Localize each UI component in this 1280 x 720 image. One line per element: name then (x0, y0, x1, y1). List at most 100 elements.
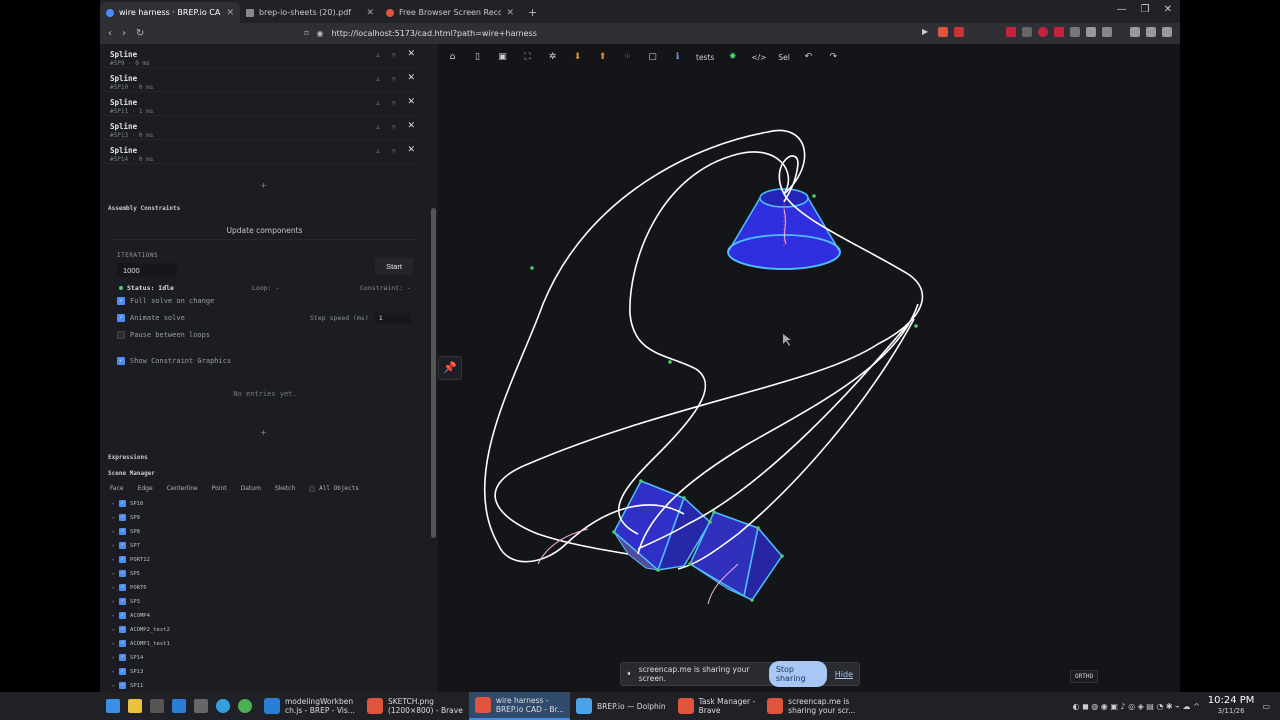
visibility-checkbox[interactable]: ✓ (119, 528, 127, 535)
extension-red2-icon[interactable] (1054, 27, 1064, 37)
visibility-checkbox[interactable]: ✓ (119, 500, 127, 507)
pin-icon[interactable]: 📌 (438, 356, 462, 380)
expand-arrow-icon[interactable]: ▸ (112, 501, 115, 507)
start-button[interactable]: Start (375, 258, 413, 275)
scene-tree-item[interactable]: ▸ ✓ SP11 (112, 682, 143, 689)
checkbox-unchecked-icon[interactable] (117, 331, 125, 339)
visibility-checkbox[interactable]: ✓ (119, 570, 127, 577)
taskbar-task[interactable]: screencap.me is sharing your scr... (761, 692, 861, 720)
play-icon[interactable]: ▶ (922, 27, 932, 37)
taskbar-task[interactable]: Task Manager - Brave (672, 692, 762, 720)
minimize-icon[interactable]: — (1117, 4, 1127, 15)
expand-arrow-icon[interactable]: ▸ (112, 669, 115, 675)
tab-screen-recorder[interactable]: Free Browser Screen Record ✕ (380, 2, 520, 23)
back-icon[interactable]: ‹ (108, 28, 112, 39)
visibility-checkbox[interactable]: ✓ (119, 626, 127, 633)
feature-row[interactable]: Spline #SP14 · 0 ms ▵ ▿ ✕ (105, 142, 421, 164)
feature-row[interactable]: Spline #SP13 · 0 ms ▵ ▿ ✕ (105, 118, 421, 140)
tests-button[interactable]: tests (694, 50, 716, 64)
music-icon[interactable] (1146, 27, 1156, 37)
tray-icons[interactable]: ◐ ◼ ◍ ◉ ▣ ♪ ◎ ◈ ▤ ◔ ✱ ⌁ ☁ ^ (1073, 702, 1200, 711)
filter-datum[interactable]: Datum (241, 485, 261, 492)
scene-tree-item[interactable]: ▸ ✓ ACOMP1_test1 (112, 640, 170, 647)
fit-view-icon[interactable]: ⛶ (519, 50, 536, 64)
move-up-icon[interactable]: ▵ (376, 123, 380, 131)
scene-tree-item[interactable]: ▸ ✓ SP9 (112, 514, 140, 521)
animate-solve-checkbox[interactable]: ✓ Animate solve (117, 314, 185, 322)
scene-tree-item[interactable]: ▸ ✓ PORT6 (112, 584, 147, 591)
scene-tree-item[interactable]: ▸ ✓ SP14 (112, 654, 143, 661)
scene-tree-item[interactable]: ▸ ✓ PORT12 (112, 556, 150, 563)
calc-icon[interactable] (194, 699, 208, 713)
files-icon[interactable] (128, 699, 142, 713)
home-icon[interactable]: ⌂ (444, 50, 461, 64)
extension-red-icon[interactable] (1006, 27, 1016, 37)
filter-point[interactable]: Point (212, 485, 227, 492)
checkbox-checked-icon[interactable]: ✓ (117, 357, 125, 365)
sidebar-icon[interactable] (1102, 27, 1112, 37)
tab-wire-harness[interactable]: wire harness · BREP.io CAD ✕ (100, 2, 240, 23)
taskbar-task[interactable]: modelingWorkben ch.js - BREP - Vis... (258, 692, 361, 720)
move-down-icon[interactable]: ▿ (392, 99, 396, 107)
new-file-icon[interactable]: ▯ (469, 50, 486, 64)
scene-tree-item[interactable]: ▸ ✓ SP10 (112, 500, 143, 507)
scene-tree-item[interactable]: ▸ ✓ ACOMP4 (112, 612, 150, 619)
ortho-toggle[interactable]: ORTHO (1070, 670, 1099, 683)
move-up-icon[interactable]: ▵ (376, 99, 380, 107)
window-icon[interactable] (172, 699, 186, 713)
wire-harness-splines[interactable] (483, 129, 924, 570)
panel-scrollbar[interactable] (430, 44, 438, 692)
remove-icon[interactable]: ✕ (407, 145, 415, 155)
checkbox-checked-icon[interactable]: ✓ (117, 297, 125, 305)
move-up-icon[interactable]: ▵ (376, 51, 380, 59)
close-icon[interactable]: ✕ (226, 8, 234, 18)
hide-link[interactable]: Hide (835, 670, 853, 679)
save-icon[interactable]: ▣ (494, 50, 511, 64)
expand-arrow-icon[interactable]: ▸ (112, 613, 115, 619)
close-icon[interactable]: ✕ (366, 8, 374, 18)
remove-icon[interactable]: ✕ (407, 49, 415, 59)
taskbar-task[interactable]: BREP.io — Dolphin (570, 692, 672, 720)
move-up-icon[interactable]: ▵ (376, 75, 380, 83)
extension-record-icon[interactable] (1038, 27, 1048, 37)
move-down-icon[interactable]: ▿ (392, 123, 396, 131)
filter-centerline[interactable]: Centerline (167, 485, 198, 492)
settings-icon[interactable]: ✲ (544, 50, 561, 64)
expand-arrow-icon[interactable]: ▸ (112, 627, 115, 633)
terminal-icon[interactable] (150, 699, 164, 713)
expand-arrow-icon[interactable]: ▸ (112, 599, 115, 605)
visibility-checkbox[interactable]: ✓ (119, 584, 127, 591)
expand-arrow-icon[interactable]: ▸ (112, 515, 115, 521)
expand-arrow-icon[interactable]: ▸ (112, 683, 115, 689)
new-tab-button[interactable]: + (520, 6, 545, 23)
bookmark-icon[interactable]: ⌑ (304, 29, 308, 38)
close-icon[interactable]: ✕ (506, 8, 514, 18)
move-down-icon[interactable]: ▿ (392, 147, 396, 155)
clock[interactable]: 10:24 PM 3/11/26 (1208, 695, 1255, 717)
undo-icon[interactable]: ↶ (800, 50, 817, 64)
scatter-icon[interactable]: ⁘ (619, 50, 636, 64)
expand-arrow-icon[interactable]: ▸ (112, 543, 115, 549)
puzzle-icon[interactable] (1086, 27, 1096, 37)
move-down-icon[interactable]: ▿ (392, 51, 396, 59)
info-icon[interactable]: ℹ (669, 50, 686, 64)
expand-arrow-icon[interactable]: ▸ (112, 557, 115, 563)
visibility-checkbox[interactable]: ✓ (119, 682, 127, 689)
app-launcher-icon[interactable] (106, 699, 120, 713)
code-button[interactable]: </> (749, 50, 768, 64)
visibility-checkbox[interactable]: ✓ (119, 668, 127, 675)
telegram-icon[interactable] (216, 699, 230, 713)
scene-tree-item[interactable]: ▸ ✓ SP3 (112, 598, 140, 605)
move-down-icon[interactable]: ▿ (392, 75, 396, 83)
select-button[interactable]: Sel (776, 50, 791, 64)
close-window-icon[interactable]: ✕ (1164, 4, 1172, 15)
feature-row[interactable]: Spline #SP9 · 0 ms ▵ ▿ ✕ (105, 46, 421, 68)
scene-tree-item[interactable]: ▸ ✓ ACOMP2_test2 (112, 626, 170, 633)
remove-icon[interactable]: ✕ (407, 73, 415, 83)
filter-sketch[interactable]: Sketch (275, 485, 295, 492)
chrome-icon[interactable] (238, 699, 252, 713)
remove-icon[interactable]: ✕ (407, 121, 415, 131)
expand-arrow-icon[interactable]: ▸ (112, 655, 115, 661)
update-components-button[interactable]: Update components (112, 222, 417, 240)
menu-icon[interactable] (1162, 27, 1172, 37)
